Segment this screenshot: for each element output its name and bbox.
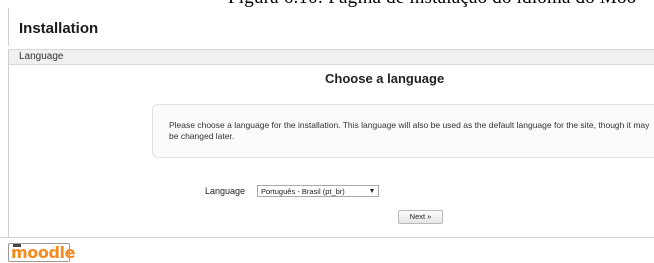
- navbar: Language: [8, 49, 654, 65]
- moodle-logo-text: moodle: [11, 243, 76, 262]
- language-select[interactable]: Português - Brasil (pt_br): [257, 185, 379, 197]
- page-title: Installation: [19, 20, 99, 37]
- dropdown-caret-icon: [370, 189, 374, 193]
- language-select-value: Português - Brasil (pt_br): [261, 187, 345, 196]
- page-footer: moodle: [0, 237, 654, 263]
- section-heading: Choose a language: [325, 71, 445, 86]
- moodle-logo[interactable]: moodle: [8, 243, 75, 262]
- language-label: Language: [205, 186, 246, 196]
- next-button[interactable]: Next »: [398, 210, 443, 224]
- info-text: Please choose a language for the install…: [169, 120, 650, 141]
- main-content: Choose a language Please choose a langua…: [8, 64, 654, 237]
- breadcrumb: Language: [19, 51, 64, 62]
- page-header: Installation: [8, 8, 654, 46]
- figure-caption: Figura 6.10: Página de instalação do idi…: [0, 0, 654, 8]
- info-box: Please choose a language for the install…: [152, 104, 654, 158]
- figure-caption-text: Figura 6.10: Página de instalação do idi…: [228, 0, 636, 8]
